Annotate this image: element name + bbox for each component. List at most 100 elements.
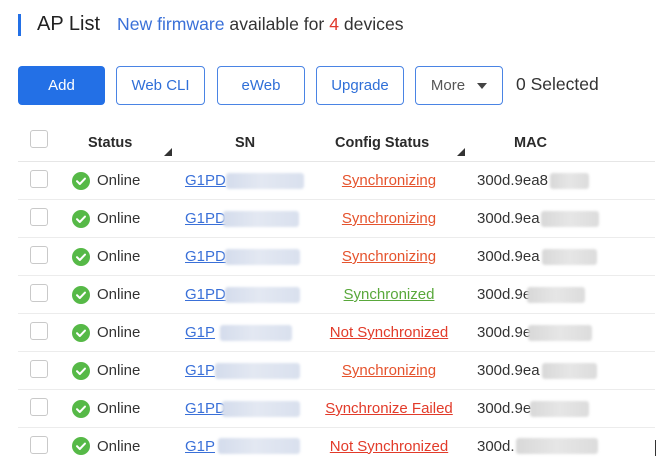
check-circle-icon <box>72 209 90 228</box>
sn-cell: G1P <box>185 352 301 389</box>
status-filter-icon[interactable] <box>164 148 172 156</box>
redacted-mac <box>540 210 599 227</box>
config-status-link[interactable]: Synchronizing <box>342 210 436 227</box>
config-status-filter-icon[interactable] <box>457 148 465 156</box>
column-header-mac[interactable]: MAC <box>514 124 547 161</box>
row-checkbox[interactable] <box>30 170 48 188</box>
status-icon-cell <box>72 390 90 427</box>
row-checkbox[interactable] <box>30 322 48 340</box>
sn-link[interactable]: G1PD <box>185 286 226 303</box>
redacted-sn <box>220 324 293 341</box>
check-circle-icon <box>72 361 90 380</box>
add-button-label: Add <box>48 77 75 94</box>
sn-link[interactable]: G1PD <box>185 400 226 417</box>
status-text: Online <box>97 437 141 455</box>
table-row: Online G1PD Synchronizing 300d.9ea <box>18 238 655 276</box>
sn-link[interactable]: G1P <box>185 362 215 379</box>
table-row: Online G1P Not Synchronized 300d.9e <box>18 314 655 352</box>
sn-cell: G1P <box>185 432 301 460</box>
upgrade-button[interactable]: Upgrade <box>316 66 404 105</box>
redacted-mac <box>527 286 586 303</box>
check-circle-icon <box>72 323 90 342</box>
redacted-sn <box>218 438 301 454</box>
notice-text-after-count: devices <box>343 14 404 34</box>
mac-cell: 300d.9ea <box>477 238 597 275</box>
table-row: Online G1PD Synchronizing 300d.9ea <box>18 200 655 238</box>
column-header-status[interactable]: Status <box>88 124 132 161</box>
web-cli-button-label: Web CLI <box>131 77 190 94</box>
status-text: Online <box>97 286 141 303</box>
mac-cell: 300d.9ea <box>477 200 599 237</box>
row-checkbox[interactable] <box>30 284 48 302</box>
sn-cell: G1PD <box>185 162 304 199</box>
check-circle-icon <box>72 285 90 304</box>
upgrade-button-label: Upgrade <box>331 77 389 94</box>
mac-text: 300d.9ea <box>477 362 540 379</box>
page-title: AP List <box>37 13 100 35</box>
row-checkbox[interactable] <box>30 435 48 454</box>
sn-cell: G1P <box>185 314 293 351</box>
check-circle-icon <box>72 437 90 455</box>
table-row: Online G1P Not Synchronized 300d. <box>18 428 655 460</box>
row-checkbox[interactable] <box>30 360 48 378</box>
config-status-link[interactable]: Synchronize Failed <box>325 400 453 417</box>
redacted-sn <box>221 400 300 417</box>
sn-cell: G1PD <box>185 238 300 275</box>
new-firmware-link[interactable]: New firmware <box>117 14 225 34</box>
mac-cell: 300d.9e <box>477 276 586 313</box>
config-status-link[interactable]: Not Synchronized <box>330 438 448 455</box>
status-icon-cell <box>72 352 90 389</box>
config-status-link[interactable]: Synchronized <box>344 286 435 303</box>
config-status-link[interactable]: Synchronizing <box>342 248 436 265</box>
checkbox-cell <box>30 352 48 389</box>
eweb-button[interactable]: eWeb <box>217 66 305 105</box>
status-text: Online <box>97 400 141 417</box>
sn-link[interactable]: G1P <box>185 438 215 455</box>
sn-link[interactable]: G1PD <box>185 210 226 227</box>
redacted-sn <box>224 248 300 265</box>
config-status-cell: Synchronizing <box>320 200 458 237</box>
sn-link[interactable]: G1PD <box>185 172 226 189</box>
config-status-cell: Synchronizing <box>320 238 458 275</box>
redacted-mac <box>541 248 597 265</box>
config-status-link[interactable]: Synchronizing <box>342 172 436 189</box>
redacted-mac <box>549 172 589 189</box>
redacted-sn <box>224 286 300 303</box>
select-all-checkbox[interactable] <box>30 130 48 148</box>
web-cli-button[interactable]: Web CLI <box>116 66 205 105</box>
config-status-link[interactable]: Not Synchronized <box>330 324 448 341</box>
mac-text: 300d.9e <box>477 286 532 303</box>
config-status-link[interactable]: Synchronizing <box>342 362 436 379</box>
check-circle-icon <box>72 399 90 418</box>
sn-cell: G1PD <box>185 390 300 427</box>
sn-link[interactable]: G1PD <box>185 248 226 265</box>
mac-text: 300d. <box>477 437 515 455</box>
column-header-config-status[interactable]: Config Status <box>335 124 429 161</box>
redacted-mac <box>530 400 590 417</box>
status-text: Online <box>97 248 141 265</box>
status-text: Online <box>97 324 141 341</box>
more-dropdown-button[interactable]: More <box>415 66 503 105</box>
sn-cell: G1PD <box>185 200 299 237</box>
status-text: Online <box>97 210 141 227</box>
row-checkbox[interactable] <box>30 398 48 416</box>
mac-cell: 300d.9e <box>477 314 593 351</box>
row-checkbox[interactable] <box>30 208 48 226</box>
row-checkbox[interactable] <box>30 246 48 264</box>
ap-list-page: AP List New firmware available for 4 dev… <box>0 0 659 460</box>
mac-cell: 300d. <box>477 432 598 460</box>
sn-link[interactable]: G1P <box>185 324 215 341</box>
checkbox-cell <box>30 432 48 460</box>
sn-cell: G1PD <box>185 276 300 313</box>
mac-cell: 300d.9ea <box>477 352 597 389</box>
table-row: Online G1P Synchronizing 300d.9ea <box>18 352 655 390</box>
chevron-down-icon <box>477 82 488 89</box>
status-text: Online <box>97 172 141 189</box>
redacted-sn <box>215 362 301 379</box>
add-button[interactable]: Add <box>18 66 105 105</box>
table-row: Online G1PD Synchronized 300d.9e <box>18 276 655 314</box>
redacted-mac <box>541 362 597 379</box>
table-row: Online G1PD Synchronize Failed 300d.9e <box>18 390 655 428</box>
firmware-device-count: 4 <box>329 14 339 34</box>
column-header-sn[interactable]: SN <box>235 124 255 161</box>
